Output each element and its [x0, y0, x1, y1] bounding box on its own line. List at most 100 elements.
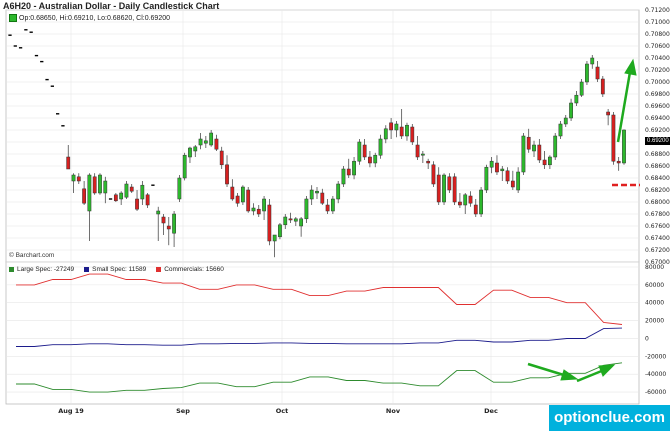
price-candle	[410, 126, 415, 143]
last-price-label: 0.69200	[645, 137, 670, 145]
price-candle	[188, 147, 192, 158]
price-tick-label: 0.70200	[645, 67, 670, 74]
source-credit: © Barchart.com	[9, 252, 55, 259]
date-tick-label: Oct	[276, 407, 289, 415]
price-candle	[436, 174, 441, 203]
cot-legend: Large Spec: -27249 Small Spec: 11589 Com…	[9, 266, 224, 273]
price-candle	[468, 195, 473, 204]
price-tick-label: 0.71200	[645, 7, 670, 14]
cot-tick-label: 0	[645, 335, 649, 342]
date-tick-label: Sep	[176, 407, 190, 415]
price-tick-label: 0.68200	[645, 187, 670, 194]
price-tick-label: 0.68000	[645, 199, 670, 206]
price-candle	[66, 156, 71, 170]
date-tick-label: Nov	[386, 407, 401, 415]
price-candle	[288, 218, 293, 221]
price-candle	[590, 57, 595, 65]
chart-canvas: 0.71200 0.71000 0.70800 0.70600 0.70400 0.702…	[5, 7, 670, 415]
cot-tick-label: -60000	[645, 389, 666, 396]
price-tick-label: 0.70000	[645, 79, 670, 86]
price-candle	[293, 218, 298, 222]
price-candle	[124, 183, 129, 198]
price-candle	[373, 154, 378, 164]
price-candle	[458, 201, 462, 206]
ohlc-values: Op:0.68650, Hi:0.69210, Lo:0.68620, Cl:0…	[19, 14, 171, 22]
price-candle	[569, 102, 573, 119]
price-candle	[336, 183, 341, 200]
price-candle	[495, 162, 499, 173]
price-tick-label: 0.69800	[645, 91, 670, 98]
price-candle	[283, 216, 288, 226]
price-candle	[172, 213, 176, 234]
price-tick-label: 0.70600	[645, 43, 670, 50]
price-candle	[320, 192, 325, 204]
cot-plot-frame	[5, 261, 640, 405]
price-candle	[616, 160, 621, 164]
price-candle	[256, 208, 261, 215]
price-candle	[92, 176, 97, 194]
price-candle	[537, 144, 542, 161]
price-candle	[521, 135, 526, 173]
price-candle	[606, 111, 611, 116]
price-candle	[315, 190, 319, 194]
price-candle	[368, 156, 372, 164]
price-candle	[209, 132, 214, 146]
price-candle	[378, 138, 383, 156]
commercials-swatch-icon	[156, 267, 162, 272]
price-candle	[262, 198, 266, 212]
cot-tick-label: 60000	[645, 282, 664, 289]
price-tick-label: 0.67200	[645, 247, 670, 254]
price-candle	[394, 123, 399, 131]
price-candle	[145, 194, 150, 206]
price-candle	[574, 94, 579, 104]
price-candle	[309, 189, 314, 200]
price-candle	[235, 195, 240, 204]
price-candle	[87, 174, 92, 212]
price-candle	[103, 180, 108, 194]
price-tick-label: 0.67400	[645, 235, 670, 242]
price-candle	[516, 171, 521, 191]
price-candle	[579, 81, 584, 96]
price-candle	[177, 177, 182, 200]
price-candle	[479, 189, 483, 215]
cot-tick-label: 80000	[645, 264, 664, 271]
price-candle	[505, 170, 510, 182]
price-candle	[246, 189, 251, 212]
date-tick-label: Aug 19	[58, 407, 84, 415]
price-candle	[357, 141, 362, 162]
legend-large-spec: Large Spec: -27249	[9, 266, 74, 273]
price-candle	[71, 174, 76, 182]
price-candle	[304, 198, 309, 220]
price-tick-label: 0.69200	[645, 127, 670, 134]
price-candle	[362, 144, 367, 158]
price-tick-label: 0.67600	[645, 223, 670, 230]
ohlc-readout: Op:0.68650, Hi:0.69210, Lo:0.68620, Cl:0…	[9, 14, 170, 22]
price-candle	[489, 160, 494, 168]
price-candle	[214, 138, 219, 150]
price-tick-label: 0.68800	[645, 151, 670, 158]
candle-swatch-icon	[9, 14, 17, 22]
price-candle	[113, 194, 118, 202]
price-candle	[346, 168, 351, 176]
price-candle	[558, 123, 563, 137]
price-tick-label: 0.70400	[645, 55, 670, 62]
price-candle	[98, 174, 102, 194]
price-candle	[415, 144, 420, 158]
watermark: optionclue.com	[549, 405, 670, 431]
price-candle	[161, 216, 166, 224]
price-candle	[526, 136, 531, 150]
price-candle	[330, 198, 335, 212]
price-candle	[193, 146, 198, 152]
price-candle	[510, 180, 515, 188]
price-candle	[447, 176, 452, 191]
price-tick-label: 0.68400	[645, 175, 670, 182]
price-candle	[341, 168, 346, 185]
price-candle	[198, 138, 203, 146]
price-candle	[82, 188, 86, 204]
large-spec-swatch-icon	[9, 267, 14, 272]
price-candle	[166, 225, 171, 230]
price-candle	[129, 186, 134, 192]
price-candle	[76, 176, 81, 182]
price-candle	[251, 207, 256, 212]
price-candle	[230, 186, 235, 200]
